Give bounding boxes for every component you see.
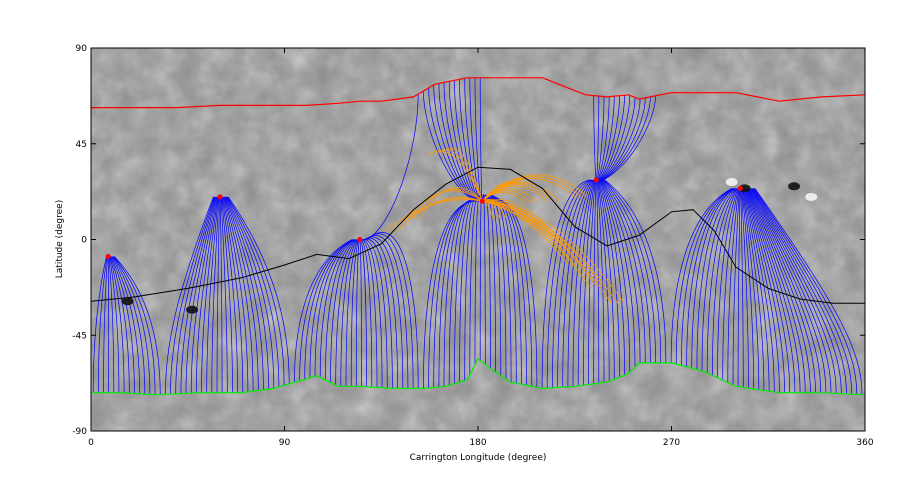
x-tick-label: 180: [469, 438, 486, 448]
footpoint-marker: [357, 237, 363, 242]
x-tick-label: 0: [88, 438, 94, 448]
footpoint-marker: [737, 185, 743, 191]
y-tick-label: -90: [72, 427, 87, 437]
footpoint-marker: [217, 194, 223, 200]
x-tick-label: 360: [856, 438, 873, 448]
footpoint-marker: [105, 254, 111, 260]
y-tick-label: 0: [81, 236, 87, 246]
x-tick-label: 90: [279, 438, 291, 448]
y-tick-label: -45: [72, 331, 87, 341]
x-axis-title: Carrington Longitude (degree): [410, 453, 547, 463]
footpoint-marker: [593, 177, 599, 183]
field-line-map-chart: 0 90 180 270 360 90 45 0 -45 -90 Carrington Longi…: [55, 44, 874, 463]
y-tick-label: 90: [76, 44, 88, 54]
x-tick-label: 270: [663, 438, 680, 448]
y-tick-label: 45: [76, 140, 87, 150]
y-axis-title: Latitude (degree): [55, 200, 65, 278]
sunspot-marker: [788, 182, 801, 191]
sunspot-marker: [186, 305, 199, 314]
sunspot-marker: [121, 297, 134, 306]
sunspot-marker: [805, 192, 818, 201]
sunspot-marker: [725, 178, 738, 187]
footpoint-marker: [479, 198, 485, 204]
